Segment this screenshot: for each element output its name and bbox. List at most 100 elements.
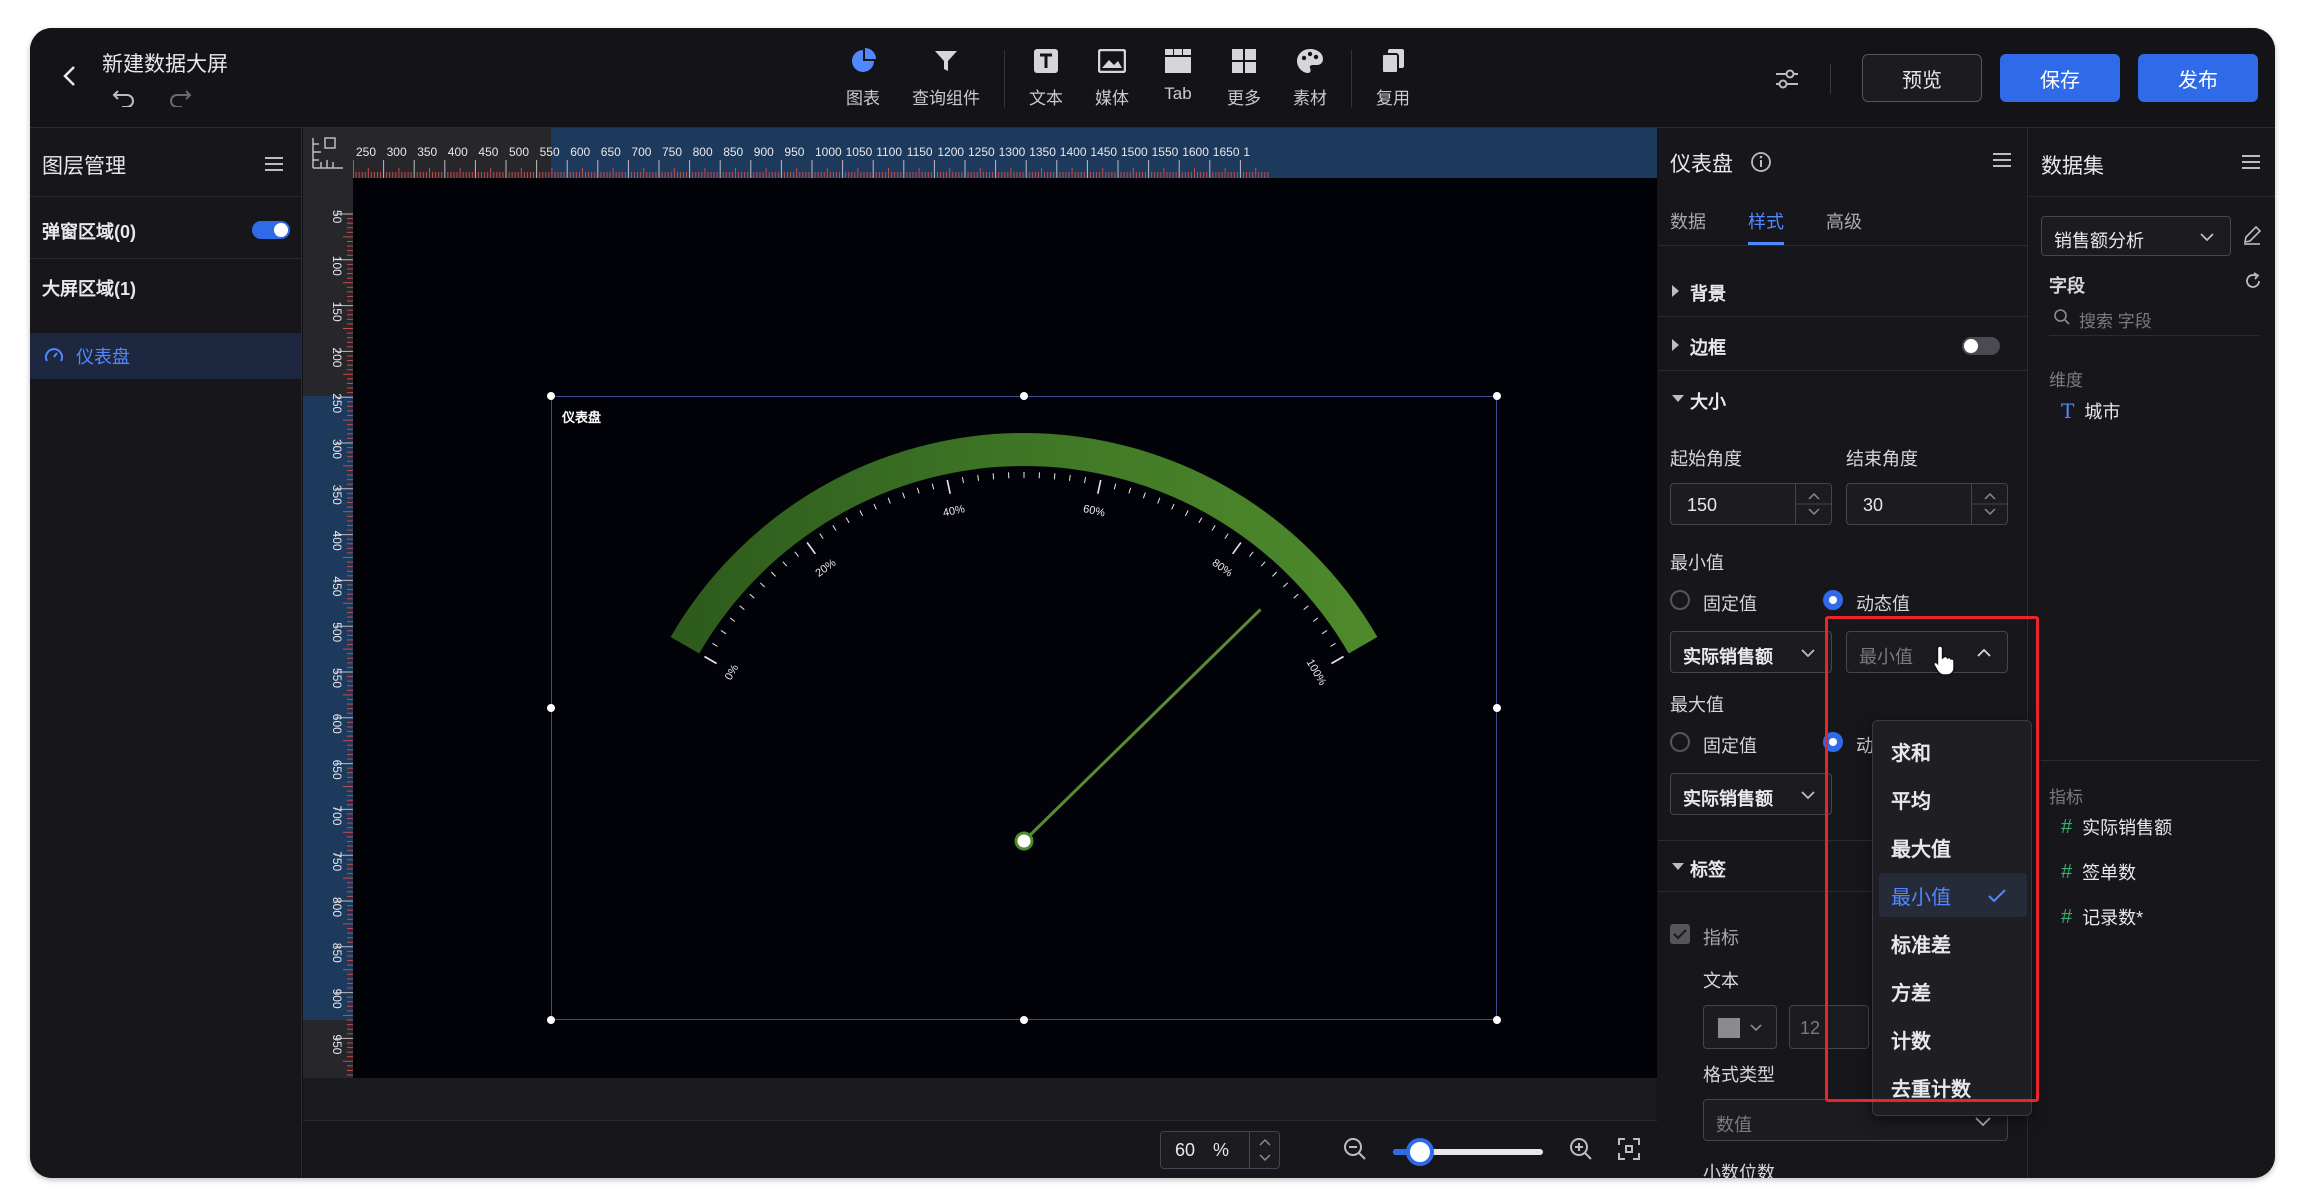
ruler-label: 700 [631,145,651,159]
ruler-corner[interactable] [303,128,353,178]
zoom-out-button[interactable] [1339,1133,1371,1165]
metric-field[interactable]: # 签单数 [2061,859,2136,885]
fields-label: 字段 [2049,276,2085,296]
field-label: 签单数 [2082,863,2137,883]
gauge-tick [1068,474,1071,481]
max-field-select[interactable]: 实际销售额 [1670,773,1832,815]
dropdown-option[interactable]: 求和 [1879,729,2027,773]
indicator-checkbox[interactable] [1670,924,1690,944]
tool-query[interactable]: 查询组件 [896,44,996,114]
zoom-slider-handle[interactable] [1406,1138,1434,1166]
zoom-input[interactable]: 60 % [1160,1131,1280,1169]
max-fixed-label: 固定值 [1703,736,1757,756]
dropdown-option[interactable]: 去重计数 [1879,1065,2027,1109]
dimension-label: 维度 [2049,371,2083,390]
zoom-stepper[interactable] [1249,1132,1279,1168]
gauge-tick [1293,593,1299,599]
end-angle-input[interactable]: 30 [1846,483,2008,525]
start-angle-stepper[interactable] [1795,484,1832,524]
dropdown-option[interactable]: 平均 [1879,777,2027,821]
tool-more[interactable]: 更多 [1211,44,1277,114]
tool-text[interactable]: 文本 [1013,44,1079,114]
min-fixed-radio[interactable] [1670,590,1690,610]
metric-field[interactable]: # 记录数* [2061,904,2143,930]
dataset-select[interactable]: 销售额分析 [2041,216,2231,256]
menu-icon[interactable] [1990,148,2014,172]
settings-button[interactable] [1772,64,1802,94]
gauge-tick [806,542,816,555]
section-title: 边框 [1690,338,1726,358]
gauge-tick-label: 20% [813,557,838,580]
min-aggregation-select[interactable]: 最小值 [1846,631,2008,673]
dropdown-option[interactable]: 最大值 [1879,825,2027,869]
tab-advanced[interactable]: 高级 [1826,208,1862,234]
panel-title: 数据集 [2041,155,2104,178]
dropdown-option[interactable]: 计数 [1879,1017,2027,1061]
publish-button[interactable]: 发布 [2138,54,2258,102]
back-button[interactable] [52,58,88,94]
ruler-left-ticks: 50 100 150 200 250 300 350 400 450 500 550 600 650 70… [330,210,353,1076]
menu-icon[interactable] [2239,150,2263,174]
tool-assets[interactable]: 素材 [1277,44,1343,114]
tool-tab[interactable]: Tab [1145,44,1211,114]
tool-media[interactable]: 媒体 [1079,44,1145,114]
text-color-picker[interactable] [1703,1005,1777,1049]
min-field-select[interactable]: 实际销售额 [1670,631,1832,673]
section-size[interactable]: 大小 [1658,373,2027,425]
tool-reuse[interactable]: 复用 [1360,44,1426,114]
start-angle-input[interactable]: 150 [1670,483,1832,525]
section-background[interactable]: 背景 [1658,265,2027,317]
min-field-value: 实际销售额 [1683,647,1773,667]
edit-icon[interactable] [2241,224,2263,246]
menu-icon[interactable] [262,152,286,176]
field-search-input[interactable]: 搜索 字段 [2049,300,2259,336]
tab-style[interactable]: 样式 [1748,208,1784,234]
layer-item-gauge[interactable]: 仪表盘 [30,333,301,379]
zoom-unit: % [1213,1139,1230,1160]
ruler-label: 1500 [1121,145,1148,159]
undo-button[interactable] [110,83,138,111]
ruler-label: 250 [330,393,344,413]
zoom-bar: 60 % [303,1120,1657,1178]
app-window: 新建数据大屏 图表 查询组件 文本 媒体 Tab 更多 素材 复用 预览 保存 … [30,28,2275,1178]
canvas-stage[interactable]: 仪表盘 0% 20% 40% 60% 80% 100% [353,178,1657,1078]
popup-area-toggle[interactable] [252,221,290,239]
zoom-slider[interactable] [1393,1138,1543,1166]
tool-chart[interactable]: 图表 [830,44,896,114]
preview-button[interactable]: 预览 [1862,54,1982,102]
dropdown-option[interactable]: 标准差 [1879,921,2027,965]
metric-field[interactable]: # 实际销售额 [2061,814,2172,840]
section-border[interactable]: 边框 [1658,319,2027,371]
zoom-in-button[interactable] [1565,1133,1597,1165]
gauge-tick [873,503,877,510]
caret-right-icon [1672,339,1679,351]
fit-screen-button[interactable] [1613,1133,1645,1165]
ruler-label: 800 [693,145,713,159]
gauge-tick [720,629,727,635]
font-size-input[interactable]: 12 [1789,1005,1869,1049]
palette-icon [1297,49,1323,73]
props-tabs: 数据 样式 高级 [1658,198,2027,246]
ruler-label: 500 [509,145,529,159]
border-toggle[interactable] [1962,337,2000,355]
max-dynamic-radio[interactable] [1823,732,1843,752]
info-icon[interactable] [1750,151,1772,173]
max-fixed-radio[interactable] [1670,732,1690,752]
redo-button[interactable] [166,83,194,111]
refresh-icon[interactable] [2243,271,2263,291]
gauge-tick [739,605,745,611]
ruler-label: 100 [330,256,344,276]
gauge-tick [916,487,920,494]
dropdown-option[interactable]: 方差 [1879,969,2027,1013]
dropdown-option-selected[interactable]: 最小值 [1879,873,2027,917]
save-button[interactable]: 保存 [2000,54,2120,102]
dimension-field[interactable]: T 城市 [2061,398,2120,424]
ruler-label: 750 [330,851,344,871]
gauge-tick [1249,551,1254,557]
ruler-left: 50 100 150 200 250 300 350 400 450 500 550 600 650 70… [303,178,353,1078]
min-dynamic-radio[interactable] [1823,590,1843,610]
fit-screen-icon [1618,1138,1640,1160]
tab-data[interactable]: 数据 [1670,208,1706,234]
ruler-label: 1650 [1213,145,1240,159]
end-angle-stepper[interactable] [1971,484,2008,524]
